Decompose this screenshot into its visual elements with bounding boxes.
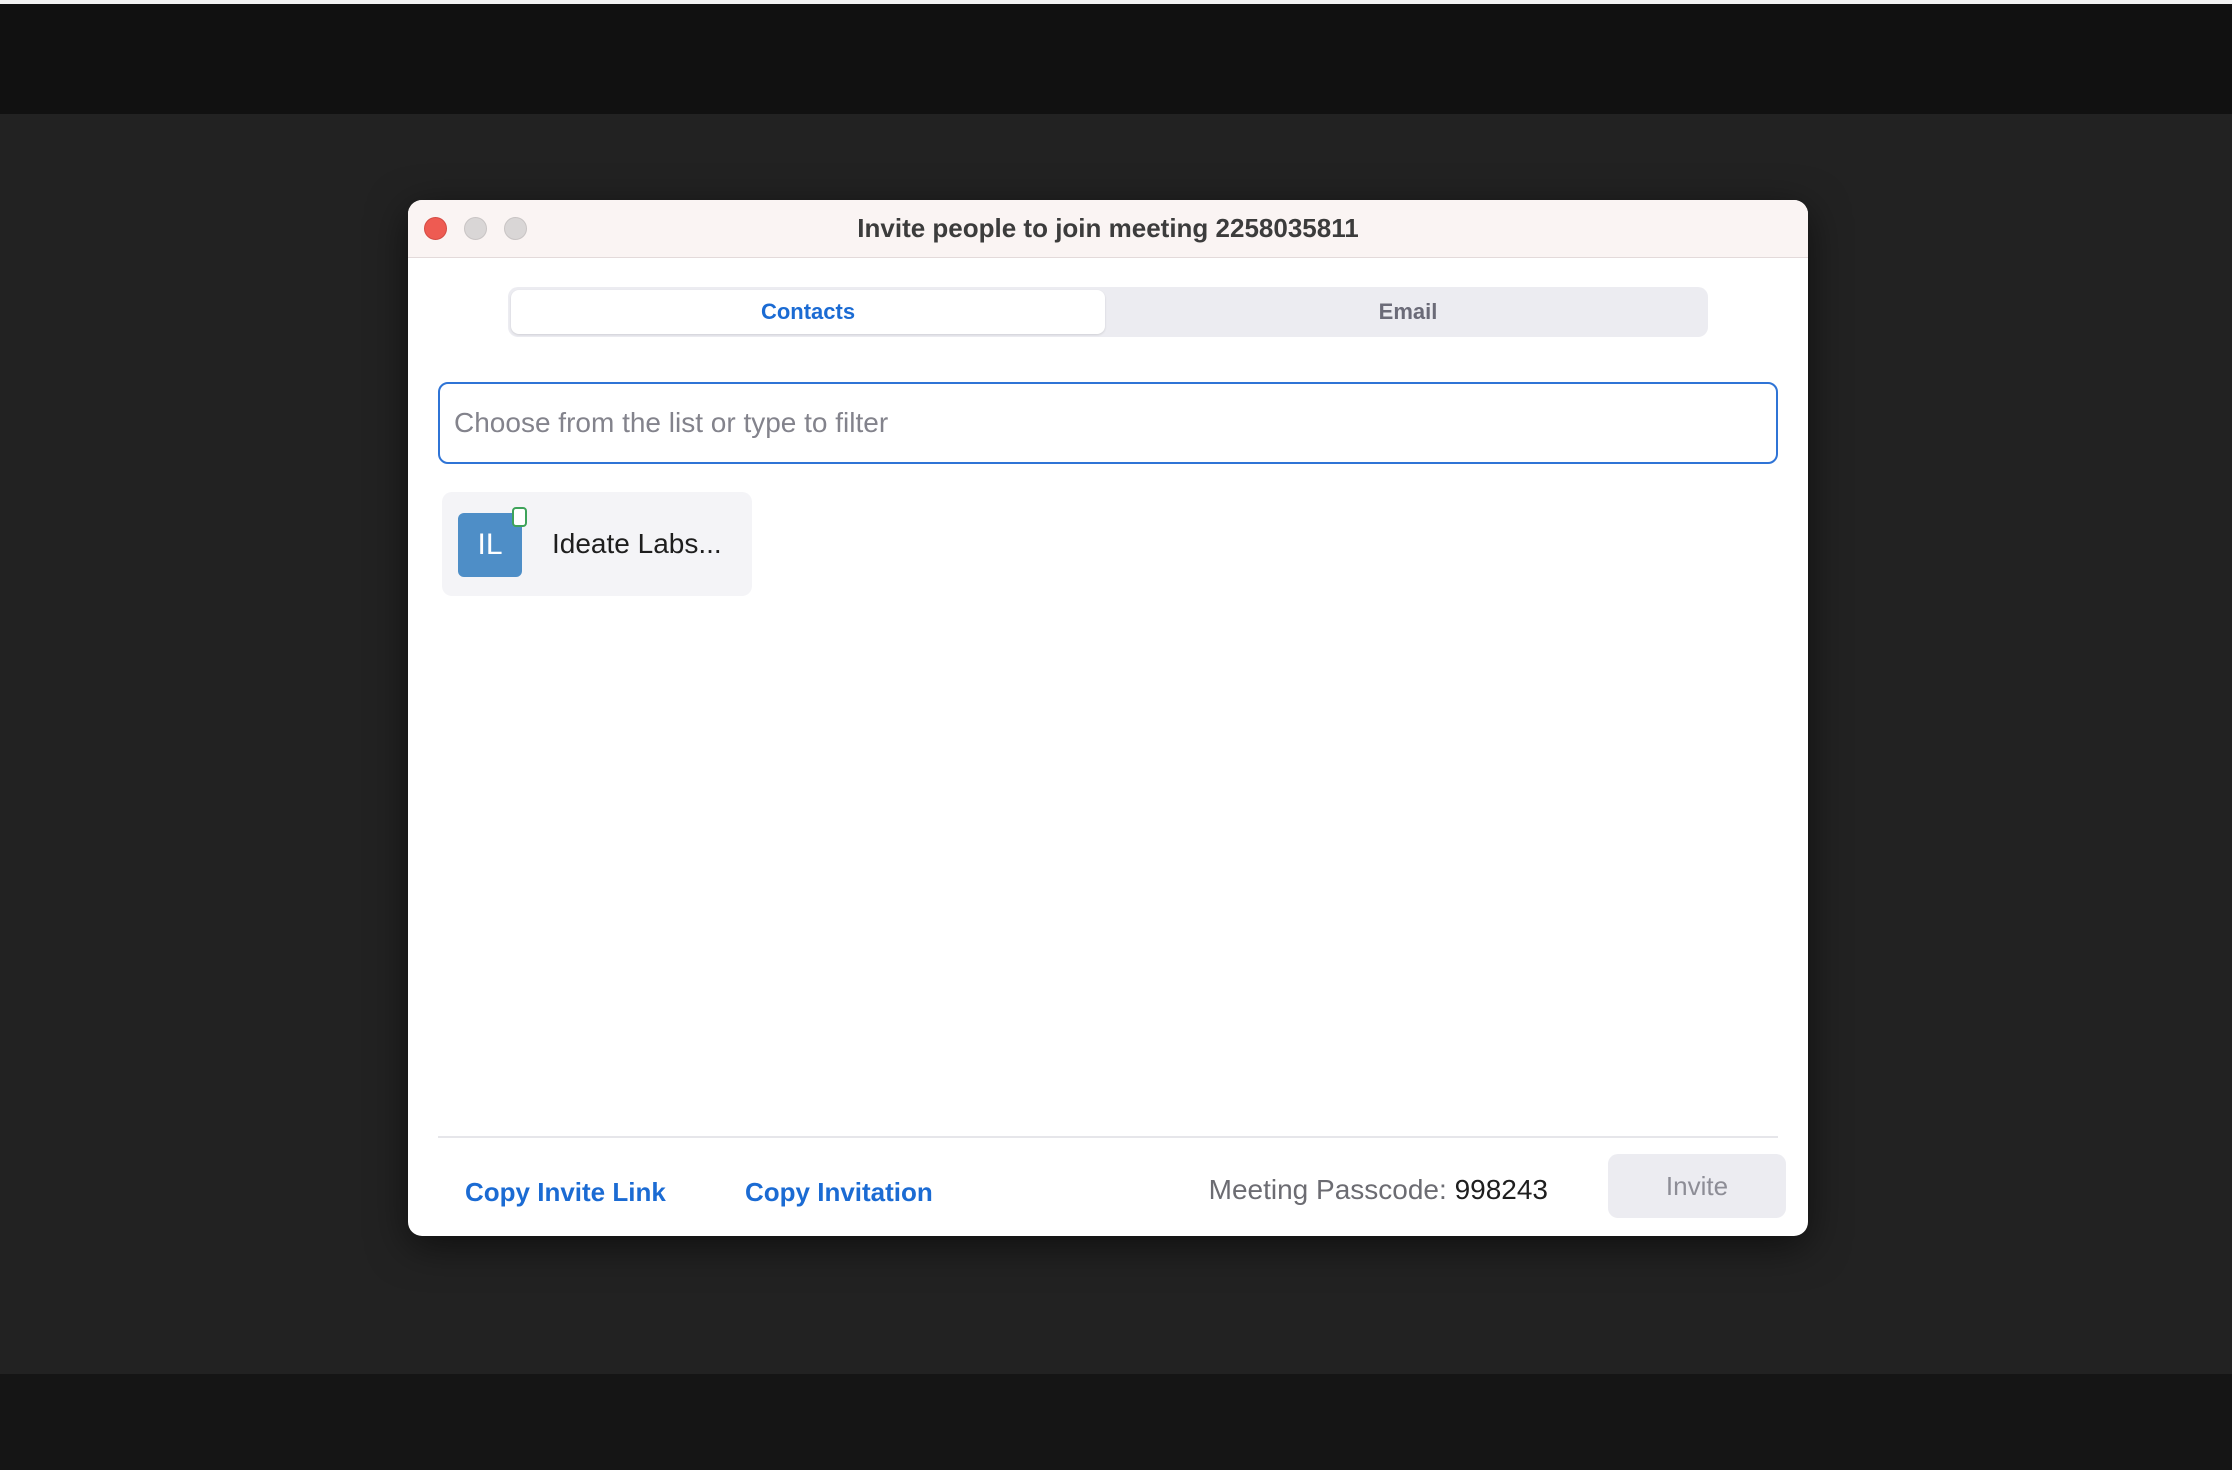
contact-filter-field[interactable] <box>438 382 1778 464</box>
dialog-title: Invite people to join meeting 2258035811 <box>857 213 1359 243</box>
invite-method-tabs: Contacts Email <box>508 287 1708 337</box>
online-status-icon <box>512 507 527 527</box>
passcode-label: Meeting Passcode: <box>1208 1174 1447 1205</box>
tab-contacts[interactable]: Contacts <box>511 290 1105 334</box>
contact-item[interactable]: IL Ideate Labs... <box>442 492 752 596</box>
title-bar: Invite people to join meeting 2258035811 <box>408 200 1808 258</box>
copy-invitation-button[interactable]: Copy Invitation <box>745 1172 933 1212</box>
footer-divider <box>438 1136 1778 1138</box>
passcode-value: 998243 <box>1454 1174 1548 1205</box>
copy-invite-link-button[interactable]: Copy Invite Link <box>465 1172 666 1212</box>
tab-email[interactable]: Email <box>1108 290 1708 334</box>
contact-filter-input[interactable] <box>454 384 1754 462</box>
contact-name: Ideate Labs... <box>552 528 722 559</box>
screen-top-bar <box>0 0 2232 114</box>
meeting-passcode: Meeting Passcode: 998243 <box>1168 1170 1548 1210</box>
screen-bottom-bar <box>0 1374 2232 1470</box>
invite-button[interactable]: Invite <box>1608 1154 1786 1218</box>
invite-dialog: Invite people to join meeting 2258035811… <box>408 200 1808 1236</box>
